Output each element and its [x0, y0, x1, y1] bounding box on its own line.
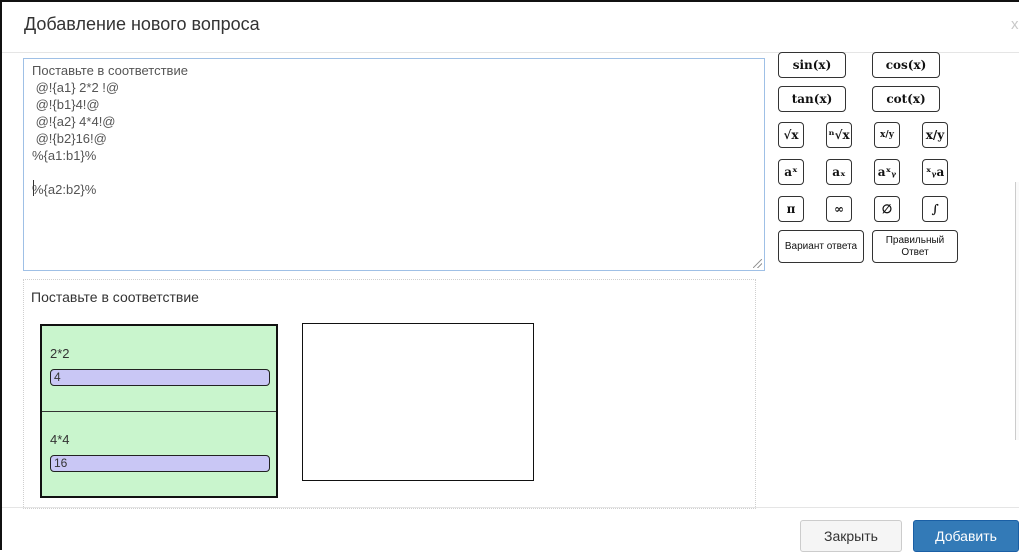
dialog-footer: Закрыть Добавить [2, 507, 1019, 553]
add-question-dialog: Добавление нового вопроса x Поставьте в … [0, 0, 1019, 553]
editor-line: %{a2:b2}% [32, 182, 97, 197]
editor-line: @!{b2}16!@ [32, 131, 107, 146]
superscript-button[interactable]: aˣ [778, 159, 804, 185]
draggable-answer[interactable]: 4 [50, 369, 270, 386]
editor-line: @!{a1} 2*2 !@ [32, 80, 120, 95]
integral-button[interactable]: ∫ [922, 196, 948, 222]
sin-button[interactable]: sin(x) [778, 52, 846, 78]
sqrt-button[interactable]: √x [778, 122, 804, 148]
infinity-button[interactable]: ∞ [826, 196, 852, 222]
editor-content: Поставьте в соответствие @!{a1} 2*2 !@ @… [32, 62, 188, 198]
close-button[interactable]: Закрыть [800, 520, 902, 552]
resize-grip-icon[interactable] [753, 259, 762, 268]
matching-question: 4*4 [50, 432, 70, 447]
question-editor-textarea[interactable]: Поставьте в соответствие @!{a1} 2*2 !@ @… [23, 58, 765, 271]
correct-answer-button[interactable]: Правильный Ответ [872, 230, 958, 263]
tan-button[interactable]: tan(x) [778, 86, 846, 112]
pi-button[interactable]: π [778, 196, 804, 222]
matching-question: 2*2 [50, 346, 70, 361]
pre-sup-sub-button[interactable]: ˣᵧa [922, 159, 948, 185]
text-caret [33, 180, 34, 196]
answer-option-button[interactable]: Вариант ответа [778, 230, 864, 263]
draggable-answer[interactable]: 16 [50, 455, 270, 472]
cot-button[interactable]: cot(x) [872, 86, 940, 112]
nth-root-button[interactable]: ⁿ√x [826, 122, 852, 148]
empty-set-button[interactable]: ∅ [874, 196, 900, 222]
matching-drop-zone[interactable] [302, 323, 534, 481]
dialog-title: Добавление нового вопроса [24, 14, 260, 34]
editor-line: Поставьте в соответствие [32, 63, 188, 78]
subscript-button[interactable]: aₓ [826, 159, 852, 185]
sup-sub-button[interactable]: aˣᵧ [874, 159, 900, 185]
add-button[interactable]: Добавить [913, 520, 1019, 552]
inline-fraction-button[interactable]: x/y [922, 122, 948, 148]
cos-button[interactable]: cos(x) [872, 52, 940, 78]
editor-line: %{a1:b1}% [32, 148, 97, 163]
dialog-scrollbar[interactable] [1015, 182, 1019, 440]
matching-item: 2*2 4 [42, 326, 276, 412]
editor-line: @!{b1}4!@ [32, 97, 100, 112]
fraction-button[interactable]: x/y [874, 122, 900, 148]
question-preview: Поставьте в соответствие 2*2 4 4*4 16 [23, 279, 756, 509]
preview-title: Поставьте в соответствие [31, 289, 199, 305]
matching-item: 4*4 16 [42, 412, 276, 498]
close-icon[interactable]: x [1011, 16, 1019, 33]
matching-left-column: 2*2 4 4*4 16 [40, 324, 278, 498]
dialog-header: Добавление нового вопроса x [2, 2, 1019, 53]
editor-line: @!{a2} 4*4!@ [32, 114, 116, 129]
